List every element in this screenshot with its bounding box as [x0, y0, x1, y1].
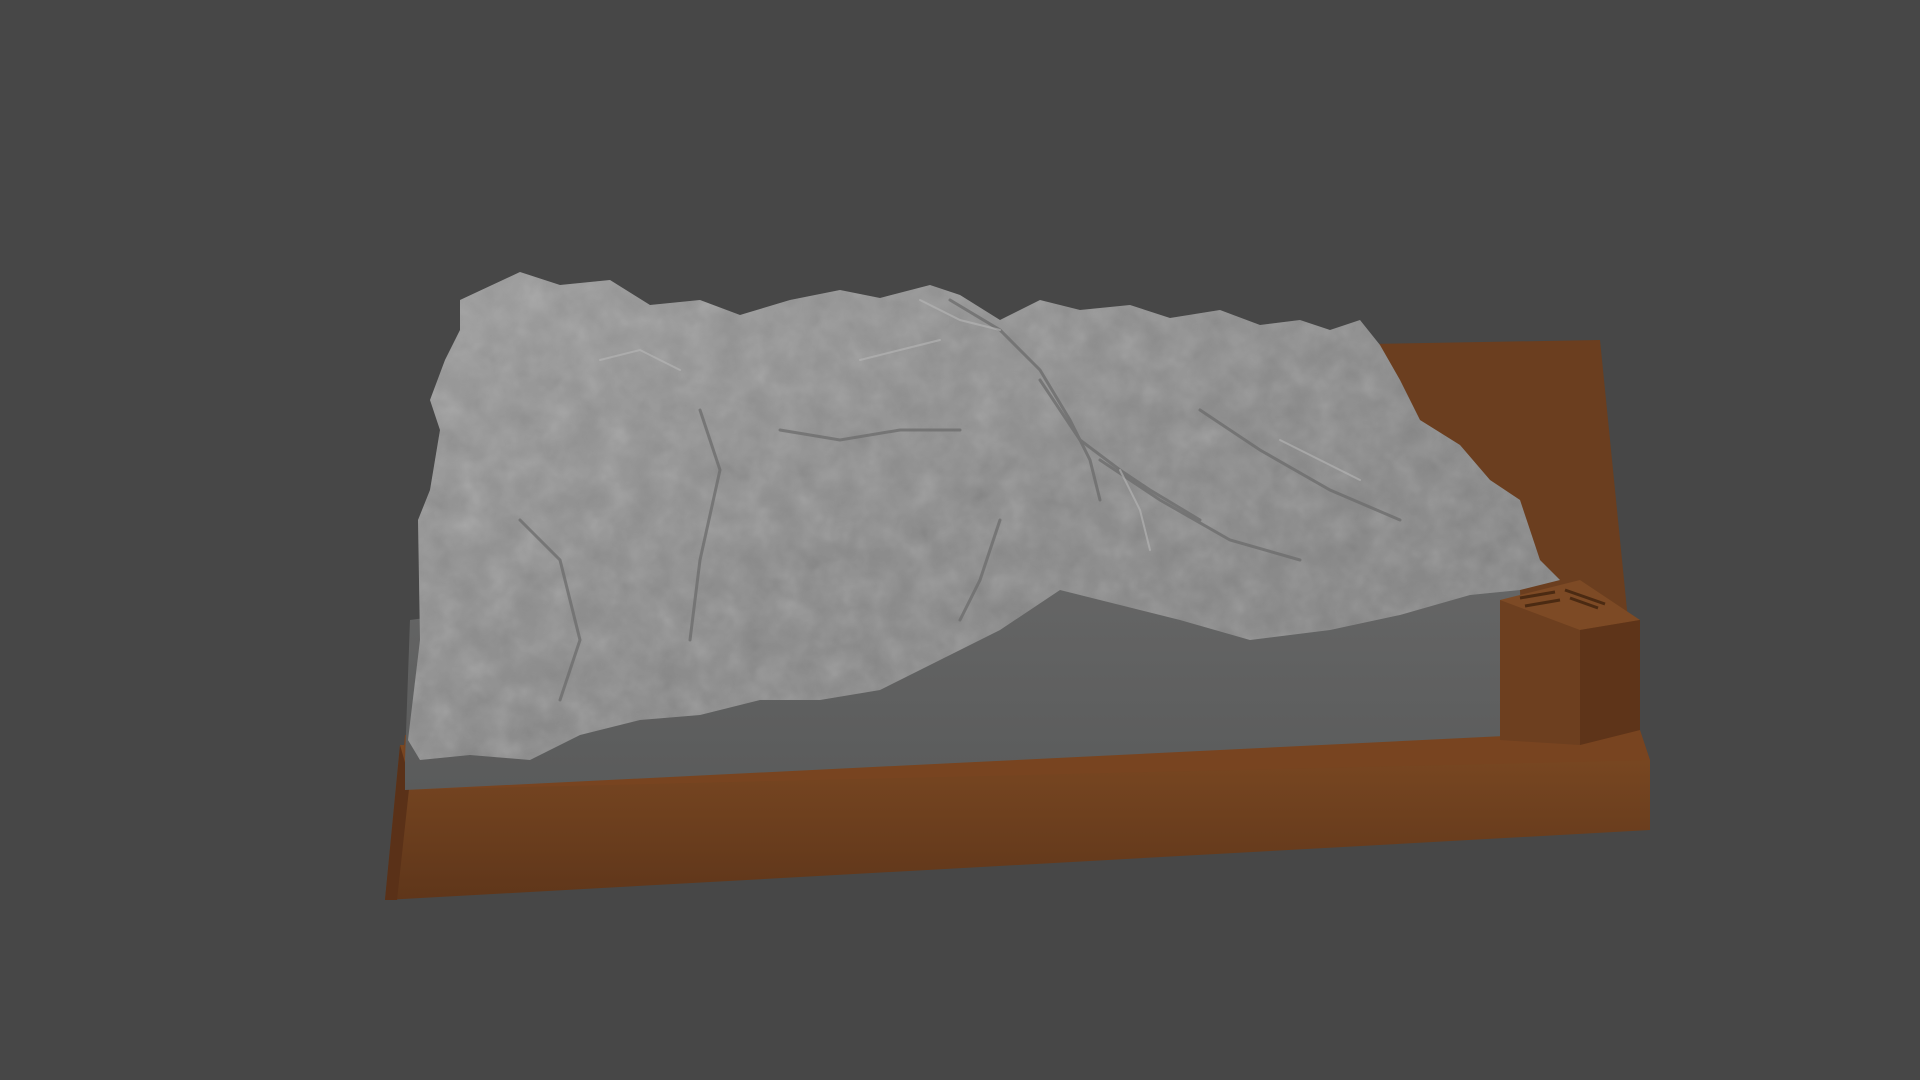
terrain-model-render [385, 272, 1650, 900]
3d-viewport[interactable] [0, 0, 1920, 1080]
